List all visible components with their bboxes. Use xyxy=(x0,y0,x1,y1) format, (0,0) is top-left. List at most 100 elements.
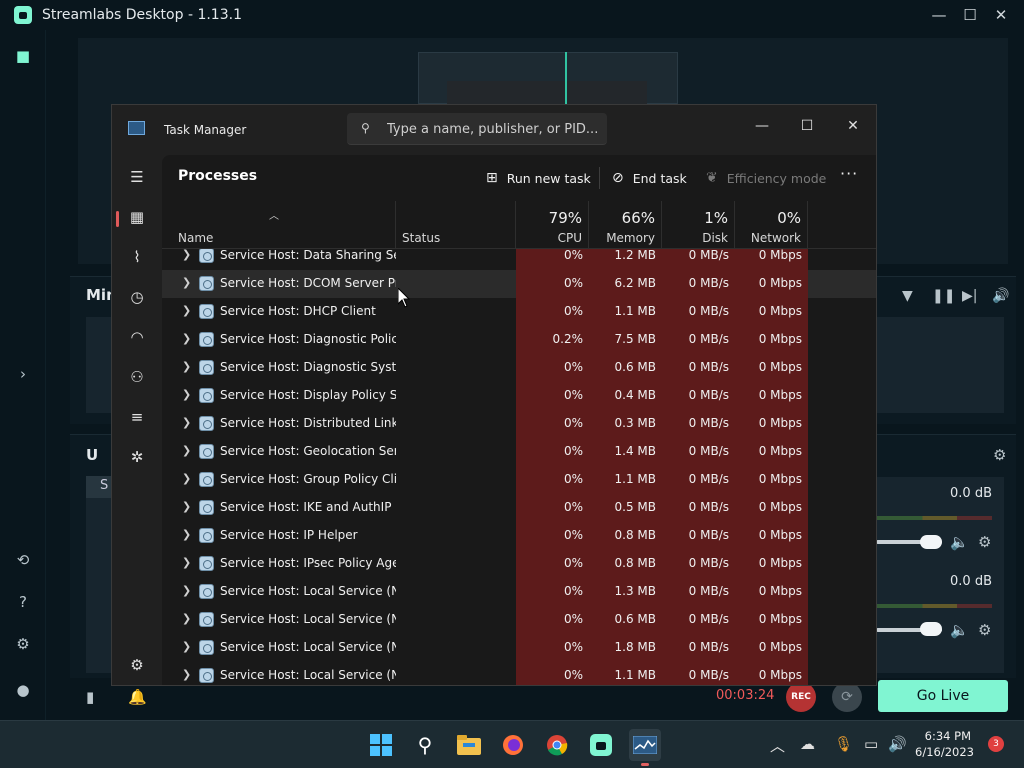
table-row[interactable]: ❯ Service Host: IPsec Policy Agent 0% 0.8 M… xyxy=(162,550,876,578)
stats-bar-chart-icon[interactable]: ▮ xyxy=(86,688,94,706)
network-icon[interactable]: ▭ xyxy=(864,735,878,753)
table-row[interactable]: ❯ Service Host: Local Service (N... 0% 1.1 … xyxy=(162,662,876,685)
audio-settings-gear-icon[interactable]: ⚙ xyxy=(993,446,1006,464)
start-windows-icon[interactable] xyxy=(365,729,397,761)
table-row[interactable]: ❯ Service Host: Group Policy Cli... 0% 1.1 … xyxy=(162,466,876,494)
expand-chevron-icon[interactable]: › xyxy=(13,364,33,384)
settings-gear-icon[interactable]: ⚙ xyxy=(13,634,33,654)
users-icon[interactable]: ⚇ xyxy=(125,365,149,389)
expand-row-chevron-icon[interactable]: ❯ xyxy=(182,304,191,317)
mute-speaker-icon-2[interactable]: 🔈 xyxy=(950,621,969,639)
sort-ascending-icon[interactable]: ︿ xyxy=(269,207,279,222)
table-row[interactable]: ❯ Service Host: Display Policy Se... 0% 0.4… xyxy=(162,382,876,410)
table-row[interactable]: ❯ Service Host: Diagnostic Syste... 0% 0.6 … xyxy=(162,354,876,382)
help-icon[interactable]: ? xyxy=(13,592,33,612)
speaker-icon[interactable]: 🔊 xyxy=(992,288,1009,304)
details-list-icon[interactable]: ≡ xyxy=(125,405,149,429)
process-search-box[interactable]: ⚲ xyxy=(347,113,607,145)
table-row[interactable]: ❯ Service Host: Geolocation Serv... 0% 1.4 … xyxy=(162,438,876,466)
taskbar-clock[interactable]: 6:34 PM 6/16/2023 xyxy=(915,728,974,760)
table-row[interactable]: ❯ Service Host: Diagnostic Polic... 0.2% 7.… xyxy=(162,326,876,354)
table-row[interactable]: ❯ Service Host: Local Service (N... 0% 1.3 … xyxy=(162,578,876,606)
efficiency-mode-button[interactable]: ❦ Efficiency mode xyxy=(706,163,826,193)
expand-row-chevron-icon[interactable]: ❯ xyxy=(182,668,191,681)
expand-row-chevron-icon[interactable]: ❯ xyxy=(182,416,191,429)
status-column-header[interactable]: Status xyxy=(396,201,516,249)
file-explorer-icon[interactable] xyxy=(453,729,485,761)
expand-row-chevron-icon[interactable]: ❯ xyxy=(182,500,191,513)
tm-close-button[interactable]: ✕ xyxy=(833,111,873,141)
audio-panel-tab[interactable]: S xyxy=(86,476,112,498)
skip-next-icon[interactable]: ▶| xyxy=(962,288,977,304)
memory-column-header[interactable]: 66% Memory xyxy=(589,201,662,249)
volume-knob-2[interactable] xyxy=(920,622,942,636)
task-manager-window: Task Manager ⚲ — ☐ ✕ ☰ ▦ ⌇ ◷ ◠ ⚇ ≡ ✲ ⚙ P… xyxy=(111,104,877,686)
minimize-button[interactable]: — xyxy=(924,0,954,30)
tray-overflow-chevron-icon[interactable]: ︿ xyxy=(770,735,785,756)
cpu-column-header[interactable]: 79% CPU xyxy=(516,201,589,249)
microphone-icon[interactable]: 🎙 xyxy=(834,735,853,753)
expand-row-chevron-icon[interactable]: ❯ xyxy=(182,640,191,653)
streamlabs-taskbar-icon[interactable] xyxy=(585,729,617,761)
replay-buffer-icon[interactable]: ⟳ xyxy=(832,682,862,712)
services-puzzle-icon[interactable]: ✲ xyxy=(125,445,149,469)
performance-chart-icon[interactable]: ⌇ xyxy=(125,245,149,269)
tm-settings-gear-icon[interactable]: ⚙ xyxy=(125,653,149,677)
go-live-button[interactable]: Go Live xyxy=(878,680,1008,712)
source-gear-icon-2[interactable]: ⚙ xyxy=(978,621,991,639)
expand-row-chevron-icon[interactable]: ❯ xyxy=(182,360,191,373)
expand-row-chevron-icon[interactable]: ❯ xyxy=(182,332,191,345)
table-row[interactable]: ❯ Service Host: Distributed Link ... 0% 0.3… xyxy=(162,410,876,438)
close-button[interactable]: ✕ xyxy=(986,0,1016,30)
more-options-button[interactable]: ··· xyxy=(840,164,858,183)
table-row[interactable]: ❯ Service Host: Local Service (N... 0% 1.8 … xyxy=(162,634,876,662)
maximize-button[interactable]: ☐ xyxy=(955,0,985,30)
search-taskbar-icon[interactable]: ⚲ xyxy=(409,729,441,761)
expand-row-chevron-icon[interactable]: ❯ xyxy=(182,584,191,597)
run-new-task-button[interactable]: ⊞ Run new task xyxy=(486,163,591,193)
layout-editor-icon[interactable]: ⟲ xyxy=(13,550,33,570)
firefox-icon[interactable] xyxy=(497,729,529,761)
table-row[interactable]: ❯ Service Host: IP Helper 0% 0.8 MB 0 MB/s 0 … xyxy=(162,522,876,550)
task-manager-taskbar-icon[interactable] xyxy=(629,729,661,761)
user-profile-icon[interactable]: ● xyxy=(13,680,33,700)
cpu-value: 0% xyxy=(563,360,583,374)
disk-column-header[interactable]: 1% Disk xyxy=(662,201,735,249)
chrome-icon[interactable] xyxy=(541,729,573,761)
expand-row-chevron-icon[interactable]: ❯ xyxy=(182,472,191,485)
search-input[interactable] xyxy=(387,113,597,145)
expand-row-chevron-icon[interactable]: ❯ xyxy=(182,444,191,457)
processes-grid-icon[interactable]: ▦ xyxy=(125,205,149,229)
hamburger-menu-icon[interactable]: ☰ xyxy=(125,165,149,189)
table-row[interactable]: ❯ Service Host: Data Sharing Ser... 0% 1.2 … xyxy=(162,249,876,270)
table-row[interactable]: ❯ Service Host: DCOM Server Pr... 0% 6.2 MB… xyxy=(162,270,876,298)
expand-row-chevron-icon[interactable]: ❯ xyxy=(182,556,191,569)
tm-maximize-button[interactable]: ☐ xyxy=(787,111,827,141)
expand-row-chevron-icon[interactable]: ❯ xyxy=(182,528,191,541)
expand-row-chevron-icon[interactable]: ❯ xyxy=(182,276,191,289)
pause-icon[interactable]: ❚❚ xyxy=(932,288,955,304)
expand-row-chevron-icon[interactable]: ❯ xyxy=(182,612,191,625)
app-history-clock-icon[interactable]: ◷ xyxy=(125,285,149,309)
expand-row-chevron-icon[interactable]: ❯ xyxy=(182,249,191,261)
onedrive-cloud-icon[interactable]: ☁ xyxy=(800,735,815,753)
source-gear-icon-1[interactable]: ⚙ xyxy=(978,533,991,551)
end-task-button[interactable]: ⊘ End task xyxy=(612,163,687,193)
volume-icon[interactable]: 🔊 xyxy=(888,735,907,753)
mute-speaker-icon-1[interactable]: 🔈 xyxy=(950,533,969,551)
table-row[interactable]: ❯ Service Host: DHCP Client 0% 1.1 MB 0 MB/s… xyxy=(162,298,876,326)
record-button[interactable]: REC xyxy=(786,682,816,712)
volume-knob-1[interactable] xyxy=(920,535,942,549)
name-column-header[interactable]: Name xyxy=(162,201,396,249)
table-row[interactable]: ❯ Service Host: Local Service (N... 0% 0.6 … xyxy=(162,606,876,634)
table-row[interactable]: ❯ Service Host: IKE and AuthIP I... 0% 0.5 … xyxy=(162,494,876,522)
notifications-bell-icon[interactable]: 🔔 xyxy=(128,688,147,706)
studio-camera-icon[interactable]: ■ xyxy=(13,46,33,66)
startup-apps-gauge-icon[interactable]: ◠ xyxy=(125,325,149,349)
tm-minimize-button[interactable]: — xyxy=(742,111,782,141)
network-column-header[interactable]: 0% Network xyxy=(735,201,808,249)
filter-icon[interactable]: ▼ xyxy=(902,288,913,304)
expand-row-chevron-icon[interactable]: ❯ xyxy=(182,388,191,401)
notification-badge[interactable]: 3 xyxy=(988,736,1004,752)
disk-value: 0 MB/s xyxy=(688,304,729,318)
